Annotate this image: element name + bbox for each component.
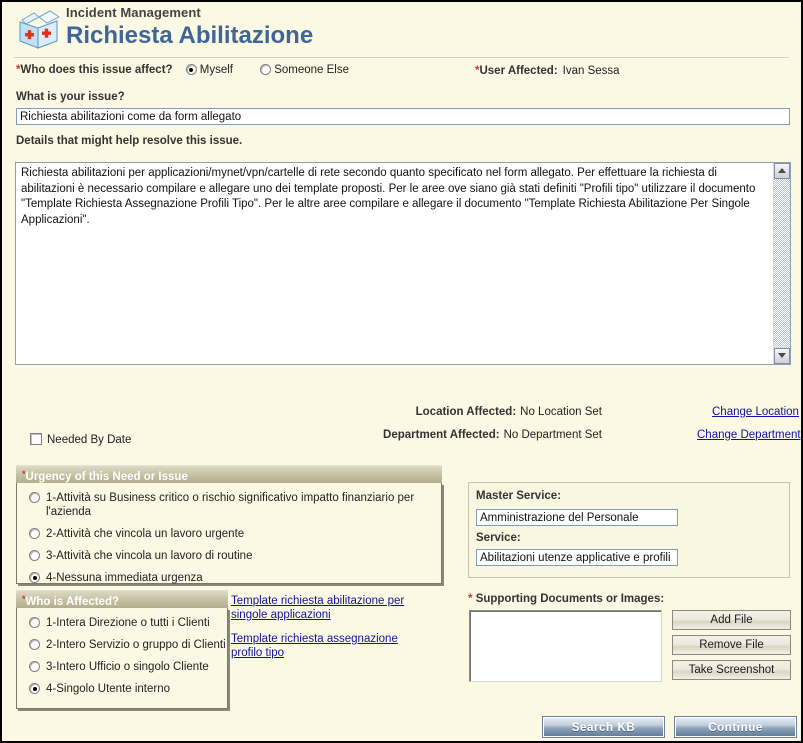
urgency-option-2-label: 2-Attività che vincola un lavoro urgente (46, 528, 245, 540)
template-link-singole-applicazioni-line1[interactable]: Template richiesta abilitazione per (231, 594, 421, 608)
incident-box-icon (14, 8, 62, 52)
issue-label: What is your issue? (16, 91, 125, 103)
template-link-profilo-tipo-line1[interactable]: Template richiesta assegnazione (231, 632, 421, 646)
scroll-up-arrow-icon[interactable] (774, 163, 790, 179)
location-affected-label: Location Affected: (415, 406, 517, 418)
who-is-affected-panel-header: *Who is Affected? (16, 590, 228, 608)
who-affected-option-2-label: 2-Intero Servizio o gruppo di Clienti (46, 639, 226, 651)
radio-someone-else-icon[interactable] (260, 64, 272, 75)
urgency-option-4[interactable]: 4-Nessuna immediata urgenza (29, 571, 441, 585)
remove-file-button[interactable]: Remove File (672, 635, 791, 655)
location-affected-row: Location Affected: No Location Set (302, 406, 602, 418)
department-affected-label: Department Affected: (383, 429, 500, 441)
supporting-documents-list[interactable] (469, 610, 662, 682)
service-input[interactable] (476, 549, 678, 566)
details-scrollbar[interactable] (773, 163, 790, 364)
who-affected-option-4[interactable]: 4-Singolo Utente interno (29, 682, 227, 696)
who-affected-option-1[interactable]: 1-Intera Direzione o tutti i Clienti (29, 616, 227, 630)
supporting-documents-label-text: Supporting Documents or Images: (475, 593, 665, 605)
who-is-affected-panel-body: 1-Intera Direzione o tutti i Clienti 2-I… (16, 608, 228, 709)
add-file-button[interactable]: Add File (672, 610, 791, 630)
details-label: Details that might help resolve this iss… (16, 135, 243, 147)
urgency-option-4-label: 4-Nessuna immediata urgenza (46, 572, 203, 584)
page-title: Richiesta Abilitazione (66, 22, 314, 49)
urgency-option-2[interactable]: 2-Attività che vincola un lavoro urgente (29, 527, 441, 541)
details-text-content: Richiesta abilitazioni per applicazioni/… (21, 167, 759, 226)
urgency-radio-2-icon[interactable] (29, 528, 40, 539)
needed-by-date-label: Needed By Date (47, 434, 132, 446)
supporting-documents-label: * Supporting Documents or Images: (468, 593, 664, 605)
who-affected-option-4-label: 4-Singolo Utente interno (46, 683, 171, 695)
who-affected-option-3[interactable]: 3-Intero Ufficio o singolo Cliente (29, 660, 227, 674)
urgency-radio-3-icon[interactable] (29, 550, 40, 561)
radio-option-someone-else[interactable]: Someone Else (260, 64, 349, 76)
needed-by-date-row[interactable]: Needed By Date (30, 433, 131, 446)
who-affected-option-3-label: 3-Intero Ufficio o singolo Cliente (46, 661, 209, 673)
department-affected-value: No Department Set (503, 429, 602, 441)
details-textarea[interactable]: Richiesta abilitazioni per applicazioni/… (15, 162, 791, 365)
change-location-link[interactable]: Change Location (712, 406, 799, 418)
who-affected-radio-2-icon[interactable] (29, 639, 40, 650)
who-affected-radio-3-icon[interactable] (29, 661, 40, 672)
continue-button-label: Continue (675, 717, 796, 737)
urgency-option-1[interactable]: 1-Attività su Business critico o rischio… (29, 491, 441, 519)
service-panel: Master Service: Service: (468, 482, 790, 578)
incident-management-form: Incident Management Richiesta Abilitazio… (0, 0, 803, 743)
issue-input[interactable] (16, 108, 790, 125)
urgency-option-1-label: 1-Attività su Business critico o rischio… (46, 492, 415, 518)
take-screenshot-button[interactable]: Take Screenshot (672, 660, 791, 680)
radio-someone-else-label: Someone Else (274, 64, 349, 76)
user-affected-row: *User Affected: Ivan Sessa (475, 65, 620, 77)
template-links-group: Template richiesta abilitazione per sing… (231, 594, 421, 660)
change-department-link[interactable]: Change Department (697, 429, 801, 441)
urgency-panel-title: Urgency of this Need or Issue (25, 471, 188, 483)
urgency-panel-body: 1-Attività su Business critico o rischio… (16, 483, 442, 584)
urgency-panel-header: *Urgency of this Need or Issue (16, 465, 442, 483)
user-affected-value: Ivan Sessa (562, 65, 620, 77)
master-service-input[interactable] (476, 509, 678, 526)
template-link-profilo-tipo-line2[interactable]: profilo tipo (231, 646, 421, 660)
who-does-issue-affect-label: Who does this issue affect? (20, 64, 173, 76)
header-divider (14, 57, 789, 59)
location-affected-value: No Location Set (520, 406, 602, 418)
needed-by-date-checkbox[interactable] (30, 433, 42, 445)
header-title-block: Incident Management Richiesta Abilitazio… (66, 4, 313, 51)
user-affected-label: User Affected: (479, 65, 558, 77)
department-affected-row: Department Affected: No Department Set (282, 429, 602, 441)
urgency-radio-1-icon[interactable] (29, 492, 40, 503)
who-is-affected-panel-title: Who is Affected? (25, 596, 120, 608)
service-label: Service: (476, 532, 521, 544)
scroll-down-arrow-icon[interactable] (774, 348, 790, 364)
search-kb-button[interactable]: Search KB (542, 716, 665, 738)
template-links-spacer (231, 622, 421, 632)
page-header: Incident Management Richiesta Abilitazio… (2, 2, 801, 57)
who-does-issue-affect-row: *Who does this issue affect? Myself Some… (16, 64, 349, 76)
urgency-radio-4-icon[interactable] (29, 572, 40, 583)
search-kb-button-label: Search KB (543, 717, 664, 737)
who-affected-radio-4-icon[interactable] (29, 683, 40, 694)
radio-myself-label: Myself (199, 64, 233, 76)
who-affected-option-2[interactable]: 2-Intero Servizio o gruppo di Clienti (29, 638, 227, 652)
continue-button[interactable]: Continue (674, 716, 797, 738)
template-link-singole-applicazioni-line2[interactable]: singole applicazioni (231, 608, 421, 622)
app-title: Incident Management (66, 5, 201, 20)
radio-option-myself[interactable]: Myself (185, 64, 233, 76)
supporting-documents-required-asterisk: * (468, 593, 473, 605)
who-affected-option-1-label: 1-Intera Direzione o tutti i Clienti (46, 617, 210, 629)
urgency-option-3-label: 3-Attività che vincola un lavoro di rout… (46, 550, 253, 562)
master-service-label: Master Service: (476, 490, 562, 502)
who-affected-radio-1-icon[interactable] (29, 617, 40, 628)
urgency-option-3[interactable]: 3-Attività che vincola un lavoro di rout… (29, 549, 441, 563)
radio-myself-icon[interactable] (185, 64, 197, 75)
